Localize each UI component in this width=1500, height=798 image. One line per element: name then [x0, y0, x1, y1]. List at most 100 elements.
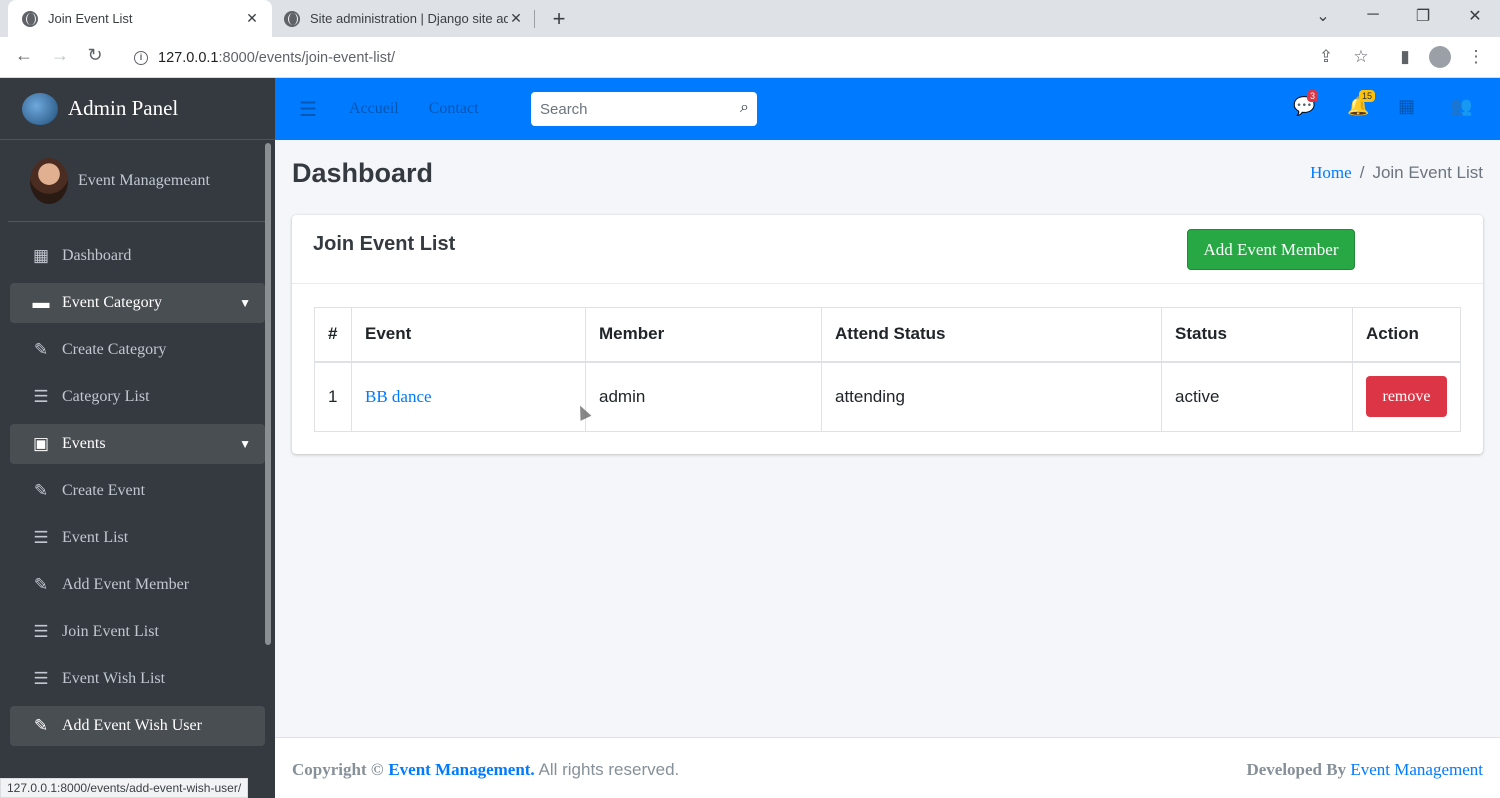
url-path: :8000/events/join-event-list/ — [218, 49, 395, 66]
cell-action: remove — [1352, 361, 1461, 432]
globe-icon — [22, 10, 38, 27]
column-header-status: Status — [1161, 307, 1353, 363]
sidebar-item-add-event-member[interactable]: ✎ Add Event Member — [10, 565, 265, 605]
browser-tab-inactive[interactable]: Site administration | Django site admin … — [272, 0, 534, 37]
sidebar-item-category-list[interactable]: ☰ Category List — [10, 377, 265, 417]
close-tab-icon[interactable]: ✕ — [508, 10, 524, 27]
sidebar-item-label: Dashboard — [62, 247, 132, 264]
messages-icon[interactable]: 💬 3 — [1293, 90, 1319, 117]
browser-tab-active[interactable]: Join Event List ✕ — [8, 0, 272, 37]
url-field[interactable]: i 127.0.0.1:8000/events/join-event-list/ — [118, 41, 1388, 74]
side-panel-icon[interactable]: ▮ — [1394, 47, 1416, 67]
cell-member: admin — [585, 361, 822, 432]
sidebar-item-label: Create Event — [62, 482, 146, 499]
close-tab-icon[interactable]: ✕ — [244, 10, 260, 27]
bookmark-star-icon[interactable]: ☆ — [1350, 47, 1372, 67]
tab-title: Join Event List — [48, 11, 133, 26]
column-header-action: Action — [1352, 307, 1461, 363]
forward-icon[interactable]: → — [48, 45, 72, 66]
close-window-icon[interactable]: ✕ — [1460, 6, 1490, 26]
column-header-attend-status: Attend Status — [821, 307, 1162, 363]
breadcrumb-home[interactable]: Home — [1310, 163, 1352, 182]
apps-grid-icon[interactable]: ▦ — [1398, 96, 1415, 117]
brand-link[interactable]: Admin Panel — [0, 78, 275, 140]
sidebar-item-event-wish-list[interactable]: ☰ Event Wish List — [10, 659, 265, 699]
breadcrumb-current: Join Event List — [1372, 163, 1483, 182]
table-row: 1 BB dance admin attending active remove — [314, 361, 1461, 432]
cell-number: 1 — [314, 361, 352, 432]
share-icon[interactable]: ⇪ — [1315, 47, 1337, 67]
nav-link-accueil[interactable]: Accueil — [349, 100, 399, 118]
join-event-table: # Event Member Attend Status Status Acti… — [314, 307, 1461, 432]
list-icon: ☰ — [33, 387, 49, 406]
column-header-number: # — [314, 307, 352, 363]
footer-brand-link[interactable]: Event Management. — [388, 760, 534, 779]
list-icon: ☰ — [33, 622, 49, 641]
sidebar-item-label: Add Event Wish User — [62, 717, 202, 734]
sidebar-item-add-event-wish-user[interactable]: ✎ Add Event Wish User — [10, 706, 265, 746]
sidebar-item-create-event[interactable]: ✎ Create Event — [10, 471, 265, 511]
new-tab-icon[interactable]: + — [548, 6, 570, 32]
sidebar-item-label: Create Category — [62, 341, 167, 358]
event-link[interactable]: BB dance — [365, 387, 432, 406]
nav-link-contact[interactable]: Contact — [429, 100, 479, 118]
hamburger-menu-icon[interactable]: ☰ — [299, 97, 321, 122]
folder-icon: ▬ — [32, 293, 50, 312]
tab-search-icon[interactable]: ⌄ — [1308, 6, 1338, 26]
sidebar-scrollbar[interactable] — [265, 143, 271, 645]
sidebar-item-label: Event List — [62, 529, 129, 546]
sidebar-item-label: Join Event List — [62, 623, 159, 640]
edit-icon: ✎ — [33, 481, 49, 500]
avatar — [30, 157, 68, 204]
search-icon[interactable]: ⌕ — [740, 99, 749, 117]
search-placeholder: Search — [540, 100, 588, 118]
sidebar-item-create-category[interactable]: ✎ Create Category — [10, 330, 265, 370]
sidebar: Admin Panel Event Managemeant ▦ Dashboar… — [0, 78, 275, 798]
sidebar-item-dashboard[interactable]: ▦ Dashboard — [10, 236, 265, 276]
sidebar-menu: ▦ Dashboard ▬ Event Category ▼ ✎ Create … — [0, 222, 275, 746]
notifications-badge: 15 — [1359, 90, 1376, 102]
sidebar-item-label: Events — [62, 435, 106, 452]
bell-icon[interactable]: 🔔 15 — [1347, 90, 1376, 117]
sidebar-item-events[interactable]: ▣ Events ▼ — [10, 424, 265, 464]
sidebar-item-event-list[interactable]: ☰ Event List — [10, 518, 265, 558]
column-header-event: Event — [351, 307, 586, 363]
footer-developer-link[interactable]: Event Management — [1350, 760, 1483, 779]
footer-developer: Developed By Event Management — [1246, 760, 1483, 780]
url-host: 127.0.0.1 — [158, 49, 219, 66]
users-icon[interactable]: 👥 — [1450, 96, 1472, 117]
footer-copyright: Copyright © Event Management. All rights… — [292, 760, 679, 780]
footer: Copyright © Event Management. All rights… — [275, 737, 1500, 798]
globe-icon — [284, 10, 300, 27]
search-input[interactable]: Search ⌕ — [531, 92, 757, 126]
sidebar-item-event-category[interactable]: ▬ Event Category ▼ — [10, 283, 265, 323]
back-icon[interactable]: ← — [12, 45, 36, 66]
copyright-prefix: Copyright © — [292, 760, 384, 779]
sidebar-item-join-event-list[interactable]: ☰ Join Event List — [10, 612, 265, 652]
brand-logo — [22, 92, 58, 125]
user-panel[interactable]: Event Managemeant — [8, 140, 265, 222]
menu-kebab-icon[interactable]: ⋮ — [1465, 47, 1487, 67]
sidebar-item-label: Category List — [62, 388, 150, 405]
brand-text: Admin Panel — [68, 96, 179, 120]
browser-tab-bar: Join Event List ✕ Site administration | … — [0, 0, 1500, 37]
sidebar-item-label: Event Wish List — [62, 670, 166, 687]
breadcrumb-separator: / — [1359, 163, 1365, 182]
restore-icon[interactable]: ❐ — [1408, 6, 1438, 26]
reload-icon[interactable]: ↻ — [83, 45, 107, 66]
site-info-icon[interactable]: i — [134, 50, 148, 65]
cell-event: BB dance — [351, 361, 586, 432]
table-header-row: # Event Member Attend Status Status Acti… — [314, 307, 1461, 363]
add-event-member-button[interactable]: Add Event Member — [1187, 229, 1355, 270]
list-icon: ☰ — [33, 528, 49, 547]
profile-icon[interactable] — [1429, 46, 1451, 68]
cell-status: active — [1161, 361, 1353, 432]
card-title: Join Event List — [313, 233, 456, 255]
chevron-down-icon: ▼ — [239, 436, 251, 451]
status-url: 127.0.0.1:8000/events/add-event-wish-use… — [0, 778, 249, 798]
page-title: Dashboard — [292, 158, 434, 188]
tab-separator — [534, 10, 535, 28]
minimize-icon[interactable]: ─ — [1358, 6, 1388, 24]
remove-button[interactable]: remove — [1366, 376, 1447, 418]
card-header: Join Event List Add Event Member — [292, 215, 1483, 284]
